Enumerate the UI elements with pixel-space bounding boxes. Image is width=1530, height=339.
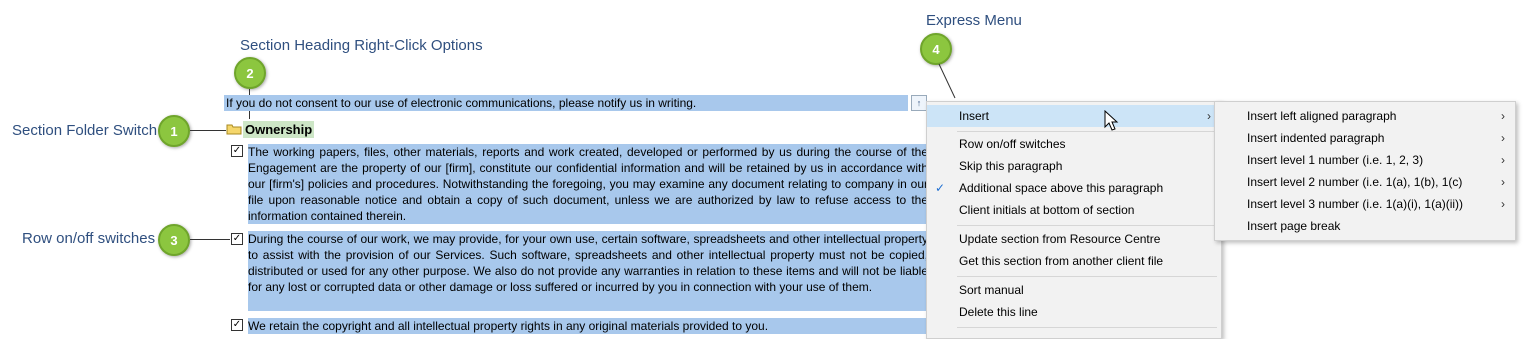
insert-submenu: Insert left aligned paragraph › Insert i… [1214,101,1516,241]
express-menu-label: Express Menu [926,12,1022,29]
menu-item-get-section[interactable]: Get this section from another client fil… [927,250,1221,272]
menu-separator [957,225,1217,226]
menu-item-skip-paragraph[interactable]: Skip this paragraph [927,155,1221,177]
section-title[interactable]: Ownership [243,121,315,138]
submenu-item-page-break[interactable]: Insert page break [1215,215,1515,237]
callout-line-3 [190,239,230,240]
menu-item-label: Update section from Resource Centre [959,232,1161,246]
callout-badge-2: 2 [234,57,266,89]
menu-item-insert[interactable]: Insert › [927,105,1221,127]
submenu-item-level-1[interactable]: Insert level 1 number (i.e. 1, 2, 3) › [1215,149,1515,171]
top-line-text: If you do not consent to our use of elec… [224,95,908,111]
callout-line-1 [190,130,226,131]
menu-item-row-switches[interactable]: Row on/off switches [927,133,1221,155]
menu-item-label: Client initials at bottom of section [959,203,1135,217]
folder-icon[interactable] [226,122,242,135]
submenu-item-left-aligned[interactable]: Insert left aligned paragraph › [1215,105,1515,127]
submenu-item-indented[interactable]: Insert indented paragraph › [1215,127,1515,149]
mouse-cursor-icon [1104,110,1119,131]
menu-item-additional-space[interactable]: ✓ Additional space above this paragraph [927,177,1221,199]
menu-item-label: Insert page break [1247,219,1341,233]
check-icon: ✓ [935,181,946,195]
row-switch-checkbox[interactable]: ✓ [231,319,243,331]
row-switch-checkbox[interactable]: ✓ [231,145,243,157]
chevron-right-icon: › [1207,109,1211,123]
menu-item-label: Insert indented paragraph [1247,131,1385,145]
paragraph-2: During the course of our work, we may pr… [248,231,928,311]
chevron-right-icon: › [1501,131,1505,145]
section-heading-label: Section Heading Right-Click Options [240,37,483,54]
menu-item-delete-line[interactable]: Delete this line [927,301,1221,323]
menu-item-sort-manual[interactable]: Sort manual [927,279,1221,301]
submenu-item-level-3[interactable]: Insert level 3 number (i.e. 1(a)(i), 1(a… [1215,193,1515,215]
chevron-right-icon: › [1501,109,1505,123]
section-folder-label: Section Folder Switch [12,122,158,139]
row-switch-checkbox[interactable]: ✓ [231,233,243,245]
menu-item-label: Sort manual [959,283,1024,297]
paragraph-1: The working papers, files, other materia… [248,144,928,224]
menu-item-label: Insert level 3 number (i.e. 1(a)(i), 1(a… [1247,197,1464,211]
callout-badge-1: 1 [158,115,190,147]
menu-item-label: Insert level 1 number (i.e. 1, 2, 3) [1247,153,1424,167]
callout-line-4 [938,63,956,99]
menu-item-label: Insert level 2 number (i.e. 1(a), 1(b), … [1247,175,1463,189]
chevron-right-icon: › [1501,175,1505,189]
menu-item-client-initials[interactable]: Client initials at bottom of section [927,199,1221,221]
callout-badge-4: 4 [920,33,952,65]
callout-badge-3: 3 [158,224,190,256]
menu-item-label: Insert left aligned paragraph [1247,109,1397,123]
chevron-right-icon: › [1501,197,1505,211]
paragraph-3: We retain the copyright and all intellec… [248,318,928,334]
paragraph-options-icon[interactable]: ↑ [911,95,927,111]
menu-item-label: Insert [959,109,990,123]
menu-separator [957,276,1217,277]
menu-separator [957,327,1217,328]
menu-separator [957,131,1217,132]
menu-item-label: Additional space above this paragraph [959,181,1164,195]
menu-item-update-section[interactable]: Update section from Resource Centre [927,228,1221,250]
chevron-right-icon: › [1501,153,1505,167]
menu-item-label: Delete this line [959,305,1038,319]
context-menu: Insert › Row on/off switches Skip this p… [926,101,1222,339]
menu-item-label: Row on/off switches [959,137,1066,151]
submenu-item-level-2[interactable]: Insert level 2 number (i.e. 1(a), 1(b), … [1215,171,1515,193]
menu-item-label: Skip this paragraph [959,159,1063,173]
menu-item-label: Get this section from another client fil… [959,254,1164,268]
row-switches-label: Row on/off switches [22,230,156,247]
